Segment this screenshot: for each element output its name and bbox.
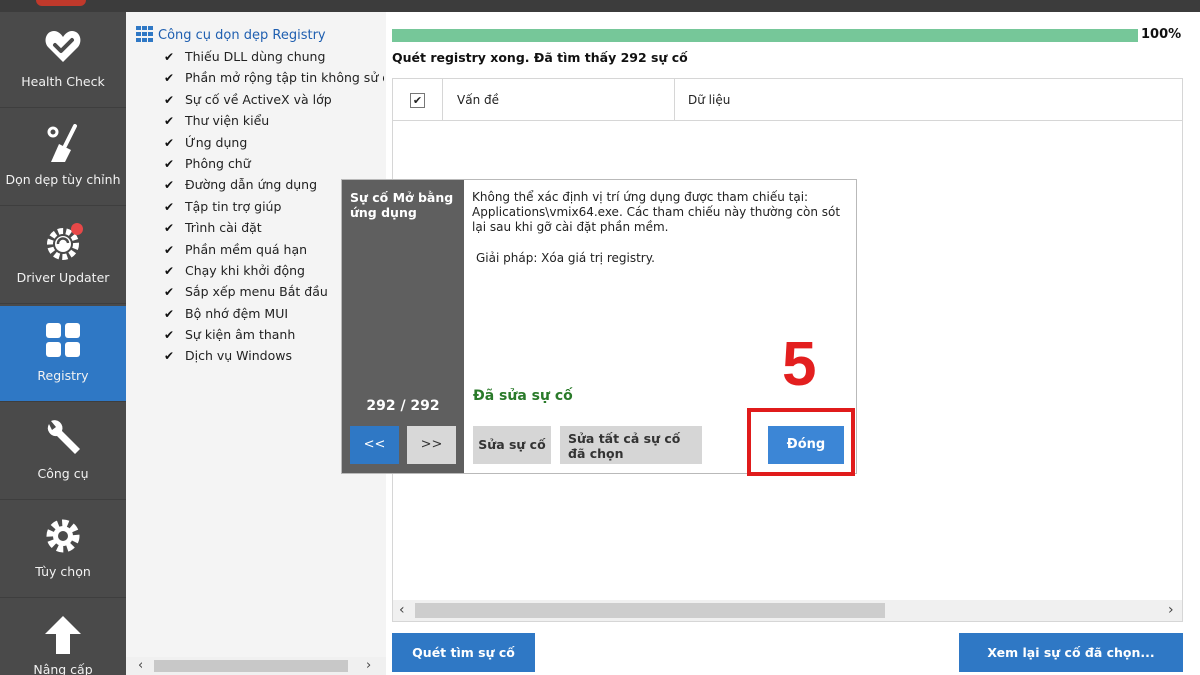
grid-icon — [136, 26, 153, 42]
tree-item-label: Bộ nhớ đệm MUI — [185, 305, 289, 321]
fix-all-selected-button[interactable]: Sửa tất cả sự cố đã chọn — [560, 426, 702, 464]
tree-item-label: Đường dẫn ứng dụng — [185, 177, 318, 193]
step-number-annotation: 5 — [782, 330, 817, 399]
checkmark-icon[interactable]: ✔ — [164, 111, 178, 131]
column-header-data[interactable]: Dữ liệu — [675, 79, 730, 121]
popup-issue-title: Sự cố Mở bằng ứng dụng — [350, 190, 454, 220]
nav-label: Công cụ — [37, 466, 89, 481]
checkmark-icon[interactable]: ✔ — [164, 133, 178, 153]
tree-horizontal-scrollbar[interactable]: ‹ › — [126, 657, 386, 675]
tree-item-label: Ứng dụng — [185, 134, 248, 150]
nav-item-options[interactable]: Tùy chọn — [0, 502, 126, 598]
checkmark-icon[interactable]: ✔ — [164, 154, 178, 174]
app-logo — [36, 0, 86, 6]
scroll-right-icon[interactable]: › — [1168, 602, 1174, 618]
scan-status-text: Quét registry xong. Đã tìm thấy 292 sự c… — [392, 50, 688, 65]
tree-item-label: Dịch vụ Windows — [185, 348, 292, 364]
checkmark-icon[interactable]: ✔ — [164, 261, 178, 281]
tree-item-label: Trình cài đặt — [185, 220, 262, 236]
checkmark-icon[interactable]: ✔ — [164, 218, 178, 238]
popup-sidebar: Sự cố Mở bằng ứng dụng 292 / 292 << >> — [342, 180, 464, 473]
table-horizontal-scrollbar[interactable]: ‹ › — [393, 600, 1182, 621]
tree-item-label: Thiếu DLL dùng chung — [185, 49, 326, 64]
checkmark-icon[interactable]: ✔ — [164, 325, 178, 345]
gear-icon — [46, 519, 80, 553]
tree-item[interactable]: ✔ Thư viện kiểu — [164, 110, 384, 131]
tree-title-label: Công cụ dọn dẹp Registry — [158, 28, 326, 43]
nav-label: Registry — [37, 368, 89, 383]
issue-counter: 292 / 292 — [366, 398, 440, 414]
issue-solution: Giải pháp: Xóa giá trị registry. — [476, 251, 655, 265]
nav-label: Health Check — [21, 74, 105, 89]
checkmark-icon[interactable]: ✔ — [164, 282, 178, 302]
checkmark-icon: ✔ — [410, 93, 425, 108]
fixed-status-label: Đã sửa sự cố — [473, 388, 573, 404]
heart-check-icon — [45, 31, 81, 62]
tree-item-label: Tập tin trợ giúp — [185, 198, 282, 214]
checkmark-icon[interactable]: ✔ — [164, 68, 178, 88]
tree-item-label: Sự cố về ActiveX và lớp — [185, 91, 332, 107]
table-header: ✔ Vấn đề Dữ liệu — [393, 79, 1182, 121]
title-bar — [0, 0, 1200, 12]
tree-item[interactable]: ✔ Thiếu DLL dùng chung — [164, 46, 384, 67]
scan-progress-bar — [392, 29, 1138, 42]
checkmark-icon[interactable]: ✔ — [164, 346, 178, 366]
review-selected-button[interactable]: Xem lại sự cố đã chọn... — [959, 633, 1183, 672]
scrollbar-thumb[interactable] — [154, 660, 348, 672]
wrench-icon — [47, 420, 80, 454]
nav-item-health-check[interactable]: Health Check — [0, 12, 126, 108]
arrow-up-icon — [45, 616, 81, 654]
highlight-box — [747, 408, 855, 476]
tree-item-label: Phần mở rộng tập tin không sử dụ — [185, 70, 384, 86]
nav-label: Driver Updater — [16, 270, 110, 285]
nav-item-custom-clean[interactable]: Dọn dẹp tùy chỉnh — [0, 110, 126, 206]
tree-item-label: Chạy khi khởi động — [185, 262, 305, 278]
fix-issue-button[interactable]: Sửa sự cố — [473, 426, 551, 464]
next-issue-button[interactable]: >> — [407, 426, 456, 464]
tree-item[interactable]: ✔ Phông chữ — [164, 153, 384, 174]
broom-icon — [47, 124, 77, 162]
select-all-checkbox[interactable]: ✔ — [393, 79, 443, 121]
left-nav: Health Check Dọn dẹp tùy chỉnh Driver Up… — [0, 12, 126, 675]
tree-title[interactable]: Công cụ dọn dẹp Registry — [136, 26, 326, 43]
nav-item-driver-updater[interactable]: Driver Updater — [0, 208, 126, 304]
checkmark-icon[interactable]: ✔ — [164, 304, 178, 324]
tree-item[interactable]: ✔ Phần mở rộng tập tin không sử dụ — [164, 67, 384, 88]
issue-description: Không thể xác định vị trí ứng dụng được … — [472, 190, 841, 234]
nav-item-registry[interactable]: Registry — [0, 306, 126, 402]
nav-label: Tùy chọn — [35, 564, 91, 579]
tree-item-label: Thư viện kiểu — [185, 113, 270, 129]
checkmark-icon[interactable]: ✔ — [164, 90, 178, 110]
tree-item-label: Sự kiện âm thanh — [185, 327, 296, 343]
column-header-issue[interactable]: Vấn đề — [443, 79, 675, 121]
checkmark-icon[interactable]: ✔ — [164, 197, 178, 217]
tree-item[interactable]: ✔ Ứng dụng — [164, 132, 384, 153]
scrollbar-thumb[interactable] — [415, 603, 885, 618]
scroll-left-icon[interactable]: ‹ — [399, 602, 405, 618]
tree-item[interactable]: ✔ Sự cố về ActiveX và lớp — [164, 89, 384, 110]
scroll-right-icon[interactable]: › — [366, 658, 371, 673]
tree-item-label: Sắp xếp menu Bắt đầu — [185, 284, 328, 300]
nav-item-upgrade[interactable]: Nâng cấp — [0, 600, 126, 675]
gear-refresh-icon — [47, 223, 83, 260]
scroll-left-icon[interactable]: ‹ — [138, 658, 143, 673]
nav-label: Dọn dẹp tùy chỉnh — [5, 172, 121, 187]
tree-item-label: Phần mềm quá hạn — [185, 241, 308, 257]
nav-item-tools[interactable]: Công cụ — [0, 404, 126, 500]
tree-item-label: Phông chữ — [185, 155, 251, 171]
nav-label: Nâng cấp — [33, 662, 93, 675]
previous-issue-button[interactable]: << — [350, 426, 399, 464]
checkmark-icon[interactable]: ✔ — [164, 240, 178, 260]
checkmark-icon[interactable]: ✔ — [164, 175, 178, 195]
progress-percent: 100% — [1141, 27, 1182, 42]
scan-issues-button[interactable]: Quét tìm sự cố — [392, 633, 535, 672]
grid-icon — [46, 323, 80, 357]
checkmark-icon[interactable]: ✔ — [164, 47, 178, 67]
